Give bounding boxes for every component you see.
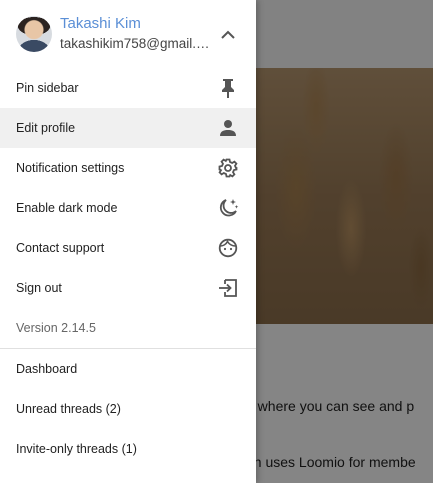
menu-item-enable-dark-mode[interactable]: Enable dark mode [0,188,256,228]
account-header[interactable]: Takashi Kim takashikim758@gmail.c... [0,0,256,68]
menu-item-label: Notification settings [16,161,125,175]
navigation-drawer: Takashi Kim takashikim758@gmail.c... Pin… [0,0,256,483]
pin-icon [216,76,240,100]
chevron-up-icon[interactable] [216,22,240,46]
menu-item-label: Sign out [16,281,62,295]
sign-out-icon [216,276,240,300]
menu-item-contact-support[interactable]: Contact support [0,228,256,268]
menu-item-notification-settings[interactable]: Notification settings [0,148,256,188]
menu-item-label: Pin sidebar [16,81,79,95]
account-info: Takashi Kim takashikim758@gmail.c... [60,15,210,52]
app-version: Version 2.14.5 [16,321,96,335]
gear-icon [216,156,240,180]
menu-item-sign-out[interactable]: Sign out [0,268,256,308]
moon-icon [216,196,240,220]
support-face-icon [216,236,240,260]
menu-item-label: Enable dark mode [16,201,118,215]
menu-item-edit-profile[interactable]: Edit profile [0,108,256,148]
menu-item-label: Contact support [16,241,105,255]
nav-item-label: Unread threads (2) [16,402,121,416]
nav-item-unread-threads[interactable]: Unread threads (2) [0,389,256,429]
nav-item-label: Dashboard [16,362,78,376]
person-icon [216,116,240,140]
nav-item-label: Invite-only threads (1) [16,442,137,456]
avatar [16,16,52,52]
menu-item-label: Edit profile [16,121,76,135]
nav-item-dashboard[interactable]: Dashboard [0,349,256,389]
account-name: Takashi Kim [60,15,141,32]
account-email: takashikim758@gmail.c... [60,36,210,51]
menu-item-pin-sidebar[interactable]: Pin sidebar [0,68,256,108]
nav-item-invite-only-threads[interactable]: Invite-only threads (1) [0,429,256,469]
